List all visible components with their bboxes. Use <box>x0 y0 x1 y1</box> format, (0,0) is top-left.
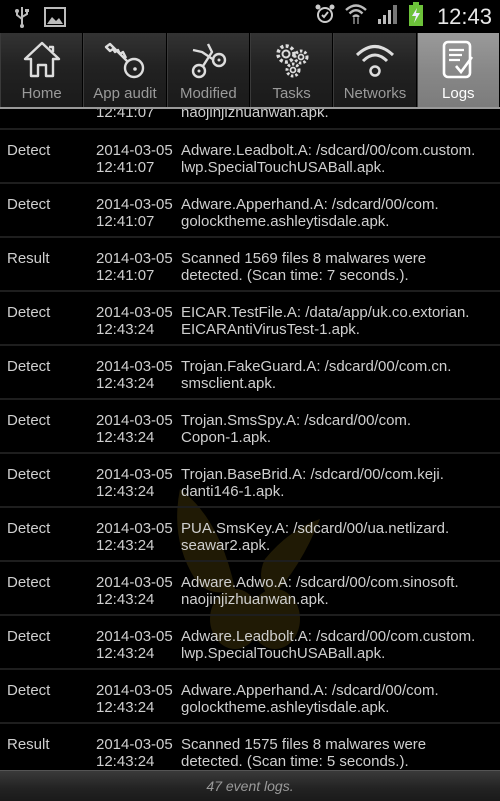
log-type: Detect <box>7 520 51 537</box>
log-datetime: 2014-03-05 12:43:24 <box>96 736 173 770</box>
event-count-label: 47 event logs. <box>206 778 294 794</box>
log-message: naojinjizhuanwan.apk. <box>181 109 329 121</box>
log-type: Result <box>7 250 50 267</box>
tab-modified[interactable]: Modified <box>166 33 250 107</box>
image-icon <box>44 7 66 32</box>
log-message: Trojan.SmsSpy.A: /sdcard/00/com. Copon-1.… <box>181 412 412 446</box>
log-message: Adware.Adwo.A: /sdcard/00/com.sinosoft. n… <box>181 574 459 608</box>
log-type: Result <box>7 736 50 753</box>
log-row[interactable]: Detect 2014-03-05 12:43:24 Adware.Adwo.A:… <box>0 562 500 616</box>
log-type: Detect <box>7 358 51 375</box>
log-datetime: 2014-03-05 12:43:24 <box>96 304 173 338</box>
log-message: Adware.Apperhand.A: /sdcard/00/com. goloc… <box>181 196 439 230</box>
event-log-list[interactable]: 12:41:07 naojinjizhuanwan.apk. Detect 20… <box>0 109 500 770</box>
wifi-icon <box>353 39 397 81</box>
log-datetime: 2014-03-05 12:43:24 <box>96 574 173 608</box>
log-datetime: 2014-03-05 12:43:24 <box>96 466 173 500</box>
wifi-data-icon <box>345 3 367 30</box>
log-datetime: 2014-03-05 12:41:07 <box>96 250 173 284</box>
log-row[interactable]: Detect 2014-03-05 12:41:07 Adware.Apperha… <box>0 184 500 238</box>
log-datetime: 2014-03-05 12:43:24 <box>96 412 173 446</box>
log-row[interactable]: Detect 2014-03-05 12:43:24 Trojan.FakeGua… <box>0 346 500 400</box>
battery-charging-icon <box>408 2 423 31</box>
log-message: Scanned 1569 files 8 malwares were detect… <box>181 250 427 284</box>
home-icon <box>20 39 64 81</box>
tab-tasks[interactable]: Tasks <box>249 33 334 107</box>
clock-time: 12:43 <box>436 3 492 29</box>
tab-label: Networks <box>343 85 407 102</box>
log-datetime: 2014-03-05 12:43:24 <box>96 682 173 716</box>
log-message: EICAR.TestFile.A: /data/app/uk.co.extori… <box>181 304 470 338</box>
log-row[interactable]: Detect 2014-03-05 12:43:24 PUA.SmsKey.A: … <box>0 508 500 562</box>
tab-label: Modified <box>179 85 237 102</box>
log-message: PUA.SmsKey.A: /sdcard/00/ua.netlizard. se… <box>181 520 450 554</box>
log-message: Scanned 1575 files 8 malwares were detect… <box>181 736 427 770</box>
log-message: Adware.Leadbolt.A: /sdcard/00/com.custom… <box>181 142 476 176</box>
log-datetime: 2014-03-05 12:41:07 <box>96 196 173 230</box>
gears-icon <box>270 39 314 81</box>
log-row[interactable]: Detect 2014-03-05 12:41:07 Adware.Leadbol… <box>0 130 500 184</box>
log-message: Trojan.BaseBrid.A: /sdcard/00/com.keji. d… <box>181 466 444 500</box>
log-datetime: 12:41:07 <box>96 109 155 121</box>
tab-networks[interactable]: Networks <box>333 33 417 107</box>
tab-bar: Home App audit Modified Tasks Networks L… <box>0 33 500 109</box>
tab-label: App audit <box>93 85 157 102</box>
tab-label: Logs <box>442 85 475 102</box>
scissors-icon <box>186 39 230 81</box>
log-message: Trojan.FakeGuard.A: /sdcard/00/com.cn. sm… <box>181 358 452 392</box>
log-type: Detect <box>7 682 51 699</box>
usb-icon <box>14 6 30 33</box>
log-row[interactable]: Result 2014-03-05 12:43:24 Scanned 1575 f… <box>0 724 500 770</box>
alarm-icon <box>315 4 335 29</box>
tab-logs[interactable]: Logs <box>416 33 500 107</box>
log-row[interactable]: Result 2014-03-05 12:41:07 Scanned 1569 f… <box>0 238 500 292</box>
tab-app-audit[interactable]: App audit <box>83 33 167 107</box>
log-count-footer: 47 event logs. <box>0 770 500 801</box>
log-row[interactable]: Detect 2014-03-05 12:43:24 Adware.Apperha… <box>0 670 500 724</box>
tab-home[interactable]: Home <box>0 33 84 107</box>
log-row[interactable]: 12:41:07 naojinjizhuanwan.apk. <box>0 109 500 130</box>
tab-label: Home <box>21 85 62 102</box>
log-type: Detect <box>7 304 51 321</box>
signal-icon <box>377 3 399 30</box>
log-datetime: 2014-03-05 12:43:24 <box>96 520 173 554</box>
log-type: Detect <box>7 142 51 159</box>
log-datetime: 2014-03-05 12:43:24 <box>96 358 173 392</box>
log-type: Detect <box>7 628 51 645</box>
log-type: Detect <box>7 466 51 483</box>
log-message: Adware.Leadbolt.A: /sdcard/00/com.custom… <box>181 628 476 662</box>
log-row[interactable]: Detect 2014-03-05 12:43:24 Trojan.SmsSpy.… <box>0 400 500 454</box>
log-type: Detect <box>7 412 51 429</box>
tab-label: Tasks <box>272 85 311 102</box>
log-row[interactable]: Detect 2014-03-05 12:43:24 Trojan.BaseBri… <box>0 454 500 508</box>
log-document-icon <box>436 39 480 81</box>
key-icon <box>103 39 147 81</box>
log-datetime: 2014-03-05 12:43:24 <box>96 628 173 662</box>
log-row[interactable]: Detect 2014-03-05 12:43:24 EICAR.TestFile… <box>0 292 500 346</box>
log-type: Detect <box>7 574 51 591</box>
log-message: Adware.Apperhand.A: /sdcard/00/com. goloc… <box>181 682 439 716</box>
log-type: Detect <box>7 196 51 213</box>
log-datetime: 2014-03-05 12:41:07 <box>96 142 173 176</box>
status-bar: 12:43 <box>0 0 500 33</box>
log-row[interactable]: Detect 2014-03-05 12:43:24 Adware.Leadbol… <box>0 616 500 670</box>
